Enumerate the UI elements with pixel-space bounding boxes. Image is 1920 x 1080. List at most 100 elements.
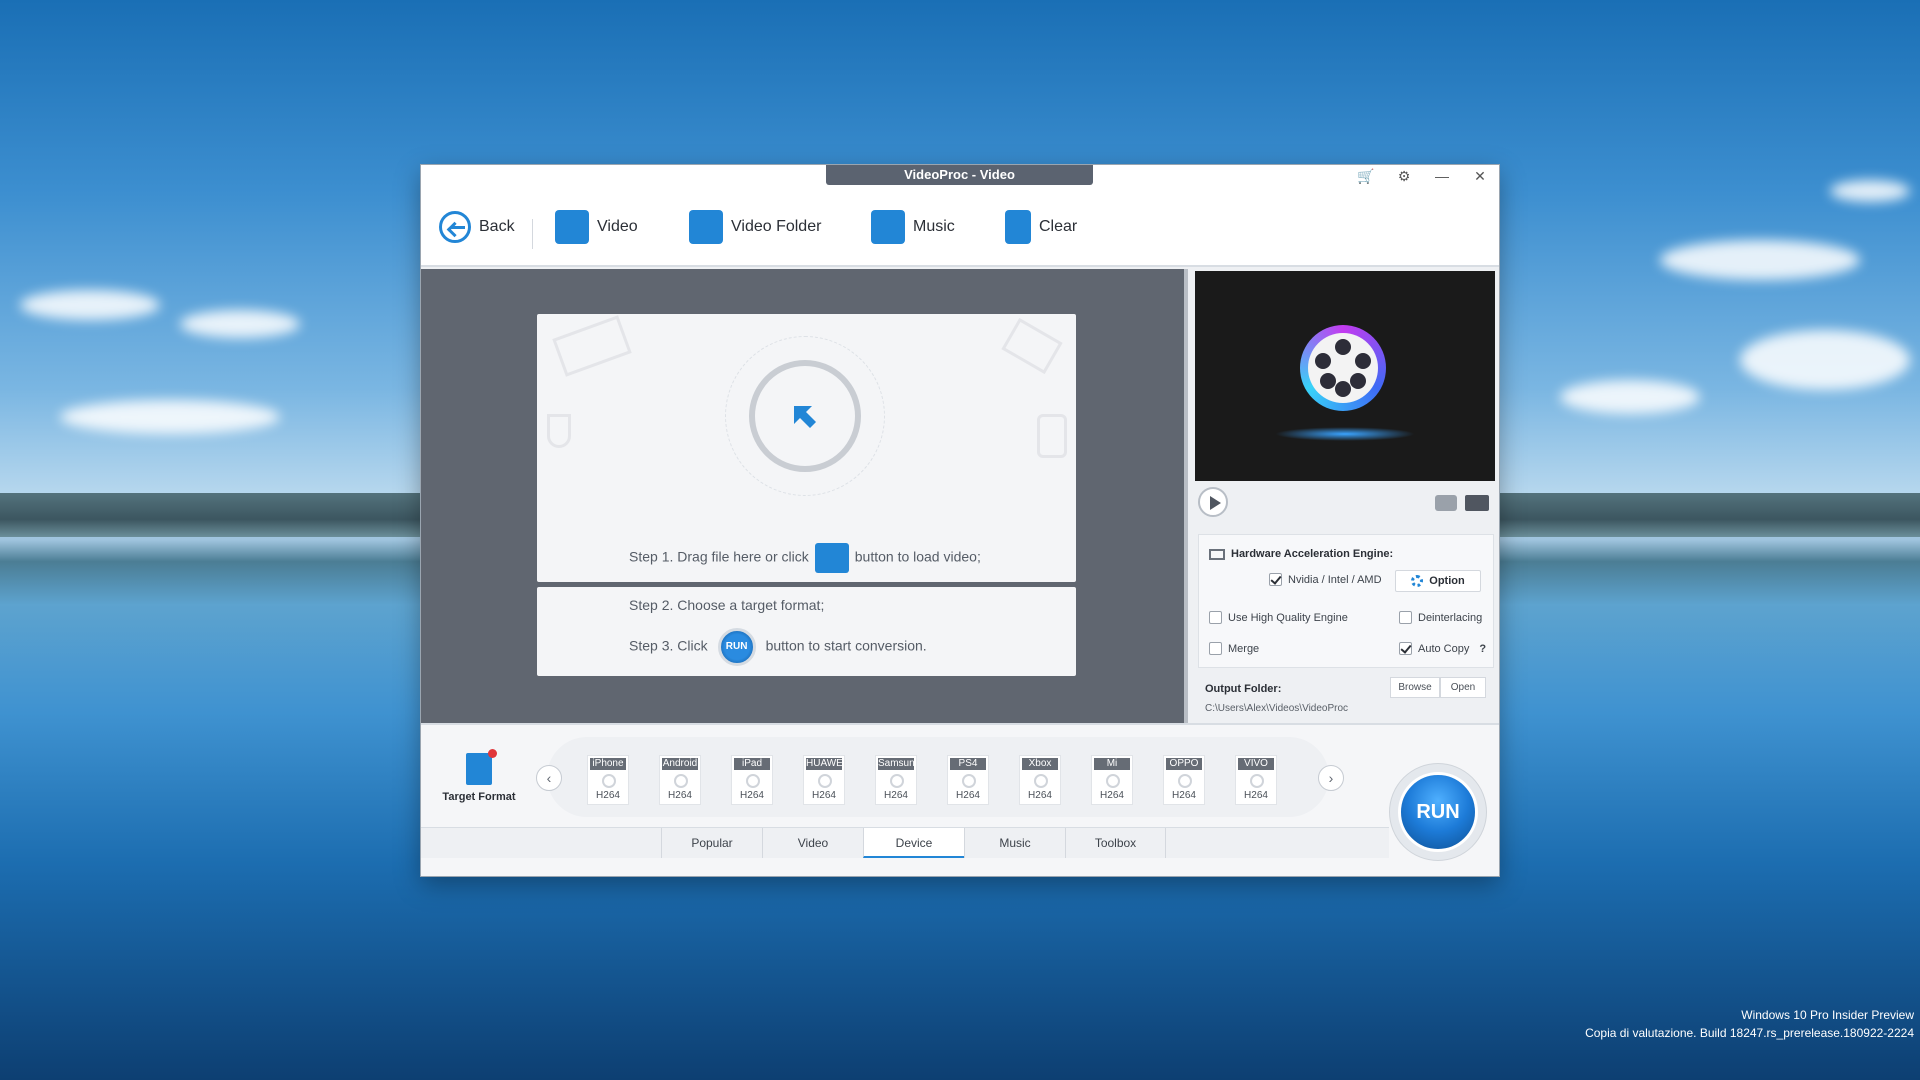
device-name: iPhone xyxy=(590,758,626,770)
hq-check-box[interactable] xyxy=(1209,611,1222,624)
film-reel-icon xyxy=(1250,774,1264,788)
format-item-huawei[interactable]: HUAWEI H264 xyxy=(803,755,845,805)
film-reel-icon xyxy=(1178,774,1192,788)
device-codec: H264 xyxy=(1028,790,1052,801)
tab-music[interactable]: Music xyxy=(964,828,1065,858)
film-reel-icon xyxy=(962,774,976,788)
step3-before: Step 3. Click xyxy=(629,637,708,654)
inline-run-icon: RUN xyxy=(717,628,756,666)
device-name: Samsung xyxy=(878,758,914,770)
clear-button[interactable]: Clear xyxy=(1005,209,1077,245)
cart-icon[interactable]: 🛒 xyxy=(1355,167,1377,185)
cloud xyxy=(1560,380,1700,414)
deinterlacing-checkbox[interactable]: Deinterlacing xyxy=(1399,611,1482,624)
tab-video[interactable]: Video xyxy=(762,828,863,858)
category-tabs: Popular Video Device Music Toolbox xyxy=(421,827,1389,858)
snapshot-camera-icon[interactable] xyxy=(1435,495,1457,511)
device-codec: H264 xyxy=(1172,790,1196,801)
hw-accel-title: Hardware Acceleration Engine: xyxy=(1209,548,1393,560)
film-reel-icon xyxy=(746,774,760,788)
tab-popular[interactable]: Popular xyxy=(661,828,762,858)
film-reel-icon xyxy=(1106,774,1120,788)
gear-icon xyxy=(1411,575,1424,587)
cloud xyxy=(20,290,160,320)
watermark-line2: Copia di valutazione. Build 18247.rs_pre… xyxy=(1585,1026,1914,1040)
chip-icon xyxy=(1209,548,1225,560)
drop-arrow-icon xyxy=(794,406,816,428)
merge-checkbox[interactable]: Merge xyxy=(1209,642,1259,655)
format-item-samsung[interactable]: Samsung H264 xyxy=(875,755,917,805)
device-codec: H264 xyxy=(596,790,620,801)
nvidia-check-box[interactable] xyxy=(1269,573,1282,586)
tab-toolbox[interactable]: Toolbox xyxy=(1065,828,1166,858)
preview-window xyxy=(1195,271,1495,481)
step1-text: Step 1. Drag file here or click button to… xyxy=(629,543,981,573)
video-add-icon xyxy=(555,210,589,244)
player-deco-icon xyxy=(1037,414,1067,458)
target-format-label: Target Format xyxy=(442,791,516,803)
device-codec: H264 xyxy=(956,790,980,801)
open-folder-icon[interactable] xyxy=(1465,495,1489,511)
format-item-oppo[interactable]: OPPO H264 xyxy=(1163,755,1205,805)
format-item-iphone[interactable]: iPhone H264 xyxy=(587,755,629,805)
option-button[interactable]: Option xyxy=(1395,570,1481,592)
merge-check-box[interactable] xyxy=(1209,642,1222,655)
autocopy-label: Auto Copy xyxy=(1418,642,1470,655)
chevron-right-icon[interactable]: › xyxy=(1318,765,1344,791)
device-name: PS4 xyxy=(950,758,986,770)
format-item-xbox[interactable]: Xbox H264 xyxy=(1019,755,1061,805)
play-button[interactable] xyxy=(1198,487,1228,517)
window-title: VideoProc - Video xyxy=(826,165,1093,185)
film-reel-icon xyxy=(1034,774,1048,788)
format-item-mi[interactable]: Mi H264 xyxy=(1091,755,1133,805)
chevron-left-icon[interactable]: ‹ xyxy=(536,765,562,791)
drop-area[interactable]: Step 1. Drag file here or click button to… xyxy=(421,269,1188,723)
back-button[interactable]: Back xyxy=(439,209,515,245)
close-icon[interactable]: ✕ xyxy=(1469,167,1491,185)
video-folder-icon xyxy=(689,210,723,244)
option-label: Option xyxy=(1429,575,1465,587)
cloud xyxy=(180,310,300,338)
film-reel-icon xyxy=(818,774,832,788)
format-item-ps4[interactable]: PS4 H264 xyxy=(947,755,989,805)
add-video-button[interactable]: Video xyxy=(555,209,638,245)
tab-device[interactable]: Device xyxy=(863,828,964,858)
browse-button[interactable]: Browse xyxy=(1390,677,1440,698)
device-codec: H264 xyxy=(740,790,764,801)
add-video-folder-button[interactable]: Video Folder xyxy=(689,209,821,245)
cloud xyxy=(1660,240,1860,280)
target-format-button[interactable]: Target Format xyxy=(437,749,521,803)
step3-after: button to start conversion. xyxy=(765,637,927,654)
high-quality-checkbox[interactable]: Use High Quality Engine xyxy=(1209,611,1348,624)
device-codec: H264 xyxy=(812,790,836,801)
clear-label: Clear xyxy=(1039,218,1078,235)
device-name: HUAWEI xyxy=(806,758,842,770)
nvidia-checkbox[interactable]: Nvidia / Intel / AMD xyxy=(1269,573,1382,586)
help-icon[interactable]: ? xyxy=(1479,643,1486,655)
cloud xyxy=(1830,180,1910,202)
format-item-vivo[interactable]: VIVO H264 xyxy=(1235,755,1277,805)
minimize-icon[interactable]: — xyxy=(1431,167,1453,185)
trash-icon xyxy=(1005,210,1031,244)
step1-after: button to load video; xyxy=(854,548,981,565)
device-name: Android xyxy=(662,758,698,770)
step1-before: Step 1. Drag file here or click xyxy=(629,548,809,565)
settings-icon[interactable]: ⚙ xyxy=(1393,167,1415,185)
format-bar: Target Format ‹ › iPhone H264 Android H2… xyxy=(421,723,1499,876)
format-item-android[interactable]: Android H264 xyxy=(659,755,701,805)
run-button[interactable]: RUN xyxy=(1398,772,1478,852)
open-button[interactable]: Open xyxy=(1440,677,1486,698)
music-add-icon xyxy=(871,210,905,244)
music-label: Music xyxy=(913,218,955,235)
auto-copy-checkbox[interactable]: Auto Copy ? xyxy=(1399,642,1486,655)
device-name: Mi xyxy=(1094,758,1130,770)
film-reel-icon xyxy=(890,774,904,788)
back-arrow-icon xyxy=(439,211,471,243)
format-item-ipad[interactable]: iPad H264 xyxy=(731,755,773,805)
device-name: Xbox xyxy=(1022,758,1058,770)
autocopy-check-box[interactable] xyxy=(1399,642,1412,655)
deint-check-box[interactable] xyxy=(1399,611,1412,624)
drop-zone[interactable]: Step 1. Drag file here or click button to… xyxy=(537,314,1076,582)
merge-label: Merge xyxy=(1228,642,1260,655)
add-music-button[interactable]: Music xyxy=(871,209,955,245)
